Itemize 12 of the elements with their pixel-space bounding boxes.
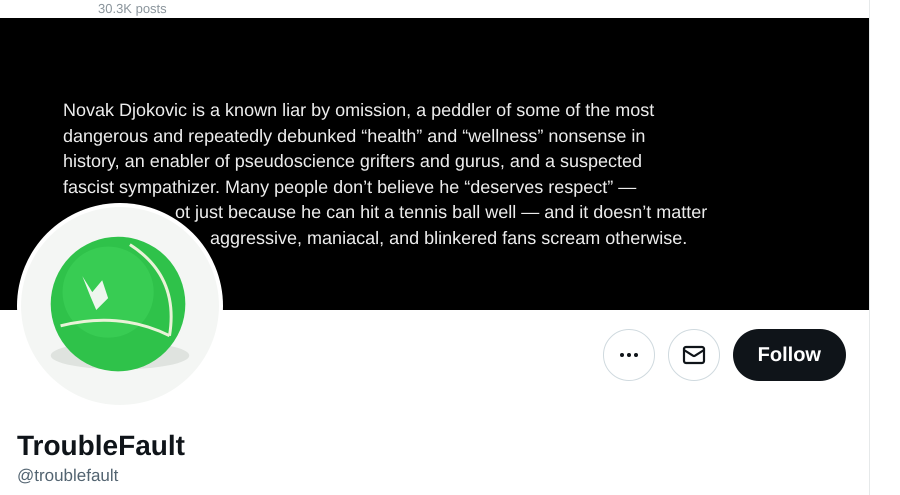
banner-text-line: aggressive, maniacal, and blinkered fans scream otherwise. bbox=[210, 228, 688, 248]
posts-count: 30.3K posts bbox=[98, 2, 167, 16]
banner-text-line: fascist sympathizer. Many people don’t believe he “deserves respect” — bbox=[63, 176, 636, 196]
banner-text-line: history, an enabler of pseudoscience grifters and gurus, and a suspected bbox=[63, 151, 642, 171]
banner-text-line: dangerous and repeatedly debunked “health” and “wellness” nonsense in bbox=[63, 126, 646, 146]
profile-handle: @troublefault bbox=[17, 465, 120, 487]
follow-button[interactable]: Follow bbox=[732, 329, 846, 381]
banner-text-line: ot just because he can hit a tennis ball well — and it doesn’t matter bbox=[175, 202, 708, 222]
banner-text-line: Novak Djokovic is a known liar by omission, a peddler of some of the most bbox=[63, 100, 654, 120]
profile-name: TroubleFault bbox=[17, 429, 186, 463]
more-icon bbox=[620, 353, 638, 357]
mail-icon bbox=[682, 343, 706, 367]
